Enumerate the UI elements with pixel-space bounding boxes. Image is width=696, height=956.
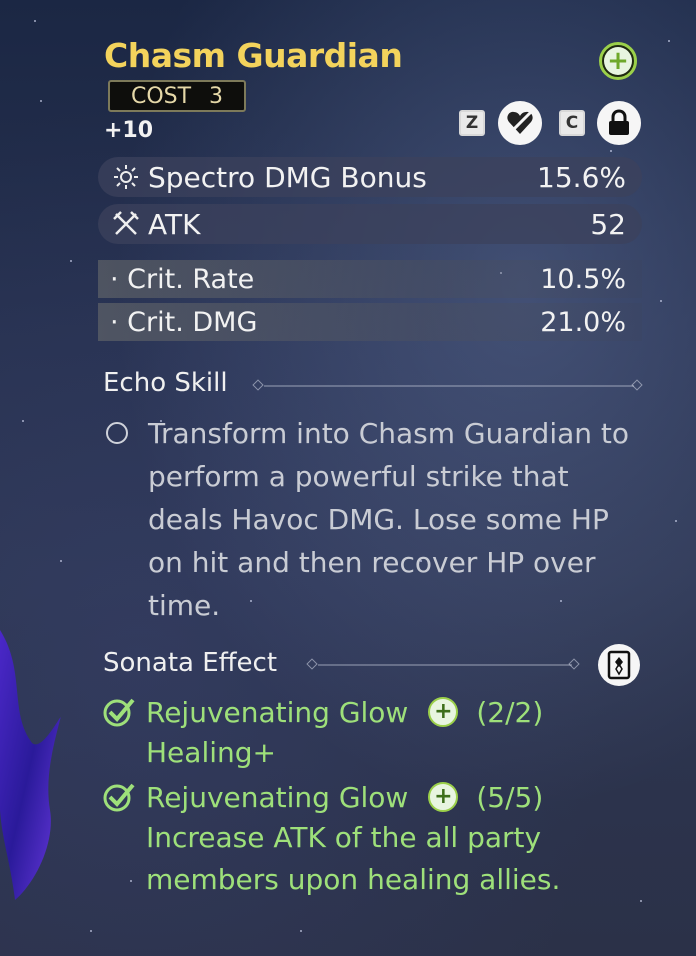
sonata-effect-description: Healing+ <box>146 736 276 769</box>
plus-icon: + <box>428 697 459 727</box>
sonata-info-button[interactable] <box>598 644 640 686</box>
plus-icon: + <box>428 782 459 812</box>
divider-diamond <box>306 658 318 670</box>
crossed-swords-icon <box>112 210 140 238</box>
sonata-card-icon <box>607 650 631 680</box>
key-hint-z: Z <box>459 110 485 136</box>
sonata-effect-description: Increase ATK of the all party members up… <box>146 821 561 896</box>
check-icon <box>103 783 135 812</box>
plus-icon: + <box>607 46 629 76</box>
echo-skill-divider <box>264 385 634 387</box>
sonata-effect-heading: Sonata Effect <box>103 648 278 678</box>
discard-icon <box>507 110 533 136</box>
discard-toggle-button[interactable] <box>498 101 542 145</box>
sub-stat-value: 21.0% <box>540 306 626 338</box>
echo-level: +10 <box>104 118 154 143</box>
main-stat-row: ATK 52 <box>98 204 642 244</box>
sonata-effect-count: (2/2) <box>476 695 544 729</box>
sonata-effect-name: Rejuvenating Glow <box>146 780 409 814</box>
echo-skill-description: Transform into Chasm Guardian to perform… <box>148 417 630 622</box>
sonata-effect-item: Rejuvenating Glow + (2/2) Healing+ <box>102 692 543 774</box>
lock-toggle-button[interactable] <box>597 101 641 145</box>
sonata-effect-item: Rejuvenating Glow + (5/5) Increase ATK o… <box>102 777 642 901</box>
lock-icon <box>609 109 629 135</box>
sonata-effect-name: Rejuvenating Glow <box>146 695 409 729</box>
cost-value: 3 <box>209 83 224 109</box>
creature-silhouette-image <box>0 630 61 900</box>
main-stat-name: Spectro DMG Bonus <box>148 160 427 194</box>
skill-bullet-icon <box>106 422 128 444</box>
main-stat-row: Spectro DMG Bonus 15.6% <box>98 157 642 197</box>
divider-diamond <box>631 379 643 391</box>
sub-stat-row: · Crit. Rate 10.5% <box>98 260 642 298</box>
key-hint-c: C <box>559 110 585 136</box>
sub-stat-row: · Crit. DMG 21.0% <box>98 303 642 341</box>
echo-name: Chasm Guardian <box>104 36 403 75</box>
sub-stat-name: · Crit. Rate <box>110 263 255 295</box>
main-stat-name: ATK <box>148 207 201 241</box>
sonata-divider <box>318 664 572 666</box>
divider-diamond <box>568 658 580 670</box>
cost-label: COST <box>130 83 192 109</box>
sub-stat-name: · Crit. DMG <box>110 306 258 338</box>
divider-diamond <box>252 379 264 391</box>
echo-skill-heading: Echo Skill <box>103 368 228 398</box>
check-icon <box>103 698 135 727</box>
spectro-icon <box>112 163 140 191</box>
main-stat-value: 52 <box>590 207 626 241</box>
main-stat-value: 15.6% <box>537 160 626 194</box>
cost-badge: COST 3 <box>108 80 246 112</box>
sonata-effect-count: (5/5) <box>476 780 544 814</box>
upgrade-plus-button[interactable]: + <box>599 42 637 80</box>
sub-stat-value: 10.5% <box>540 263 626 295</box>
